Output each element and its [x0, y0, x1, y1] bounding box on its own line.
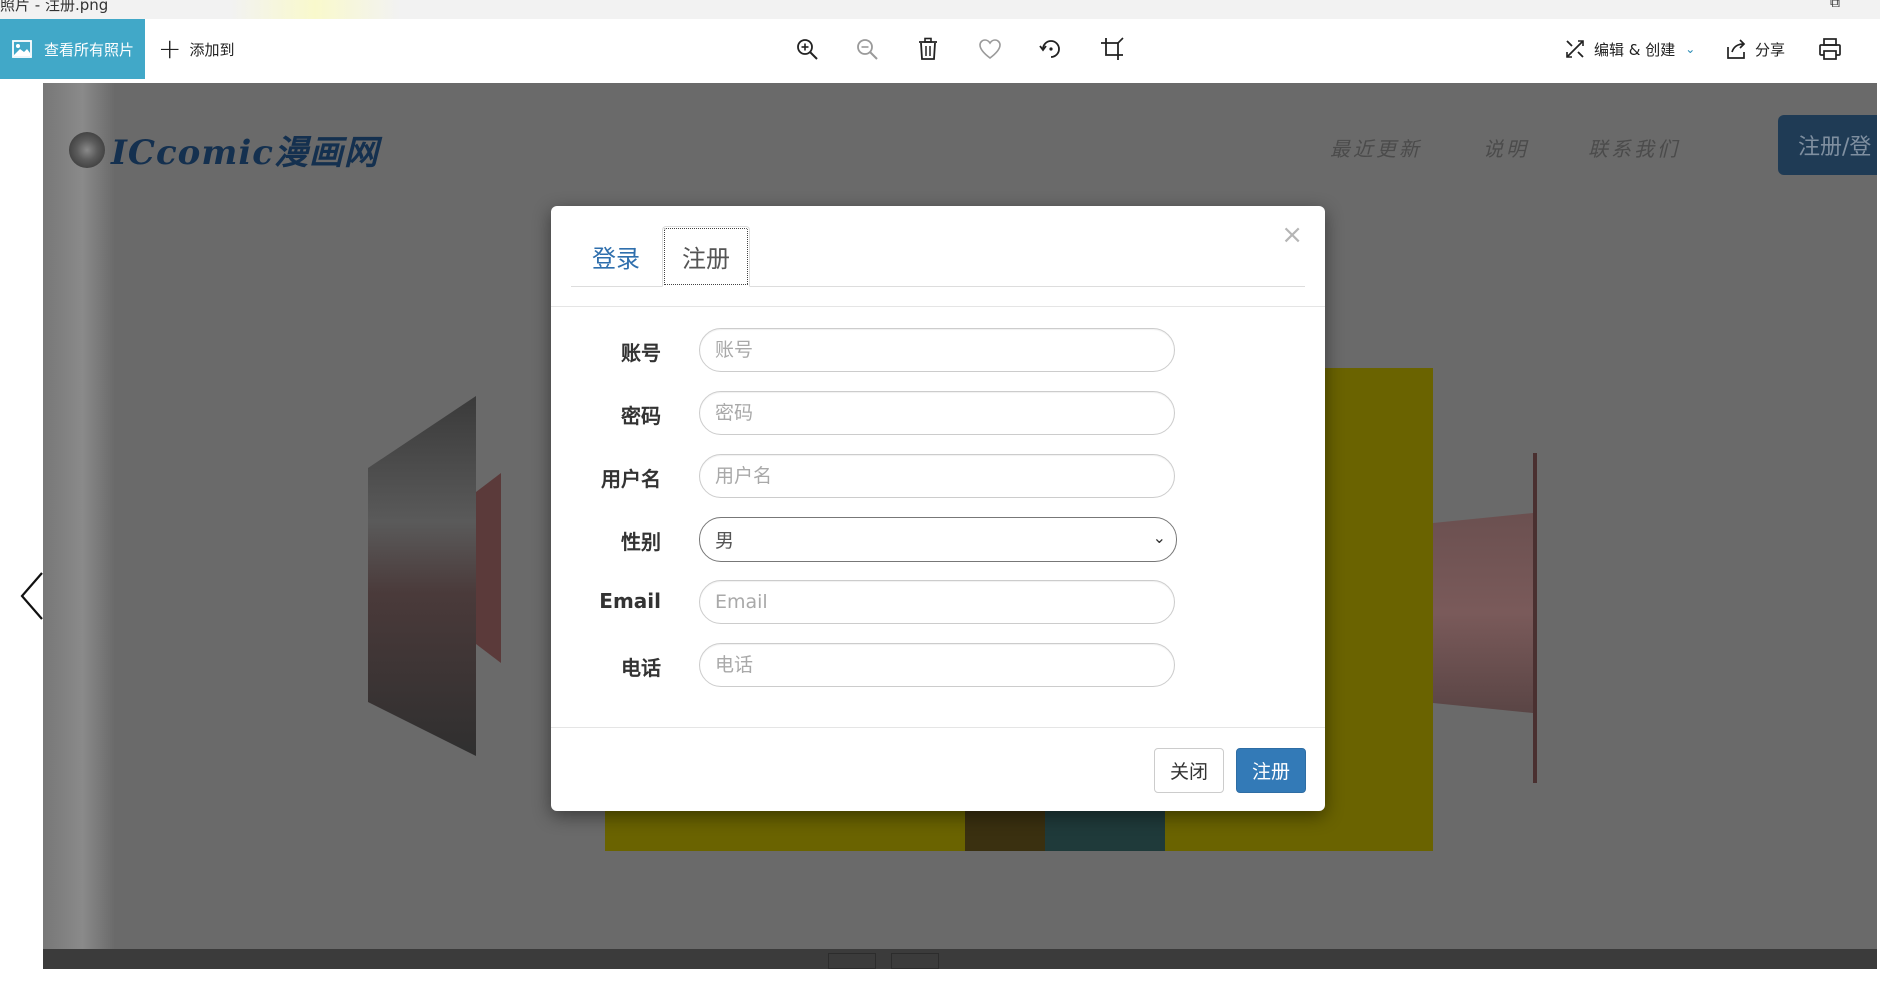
carousel-slide-right-edge	[1533, 453, 1537, 783]
photo-viewer: ICcomic漫画网 最近更新 说明 联系我们 注册/登 × 登录 注册 账号 …	[0, 83, 1880, 1000]
heart-icon[interactable]	[974, 33, 1006, 65]
phone-label: 电话	[621, 656, 661, 680]
modal-footer-divider	[551, 727, 1325, 728]
add-to-button[interactable]: + 添加到	[158, 19, 234, 79]
share-icon	[1727, 39, 1746, 59]
close-button-label: 关闭	[1169, 761, 1208, 783]
password-label: 密码	[621, 404, 661, 428]
zoom-out-icon[interactable]	[851, 33, 883, 65]
previous-photo-button[interactable]	[18, 571, 48, 621]
edit-create-button[interactable]: 编辑 & 创建 ⌄	[1564, 19, 1695, 79]
add-to-label: 添加到	[189, 40, 235, 59]
gender-select-value: 男	[715, 530, 735, 552]
gender-label: 性别	[621, 530, 661, 554]
share-label: 分享	[1755, 40, 1786, 59]
carousel-indicator	[828, 953, 876, 969]
chevron-down-icon: ⌄	[1152, 528, 1166, 547]
site-nav-about: 说明	[1483, 137, 1529, 161]
image-edge-fade	[43, 83, 115, 949]
carousel-slide-left	[368, 396, 476, 756]
edit-create-label: 编辑 & 创建	[1594, 40, 1676, 59]
form-row-username: 用户名	[551, 454, 1325, 500]
account-label: 账号	[621, 341, 661, 365]
image-bottom-band	[43, 949, 1877, 969]
share-button[interactable]: 分享	[1725, 19, 1785, 79]
view-all-photos-label: 查看所有照片	[44, 40, 135, 59]
photos-toolbar: 查看所有照片 + 添加到 编辑 & 创建 ⌄ 分享	[0, 19, 1880, 83]
form-row-email: Email	[551, 580, 1325, 626]
account-input[interactable]	[699, 328, 1175, 372]
username-label: 用户名	[601, 467, 661, 491]
chevron-left-icon	[20, 572, 43, 620]
displayed-image: ICcomic漫画网 最近更新 说明 联系我们 注册/登 × 登录 注册 账号 …	[43, 83, 1877, 969]
form-row-account: 账号	[551, 328, 1325, 374]
crop-icon[interactable]	[1096, 33, 1128, 65]
close-button[interactable]: 关闭	[1154, 748, 1224, 793]
register-submit-label: 注册	[1251, 761, 1290, 783]
gender-select[interactable]: 男 ⌄	[699, 517, 1177, 562]
password-input[interactable]	[699, 391, 1175, 435]
window-title: 照片 - 注册.png	[0, 0, 109, 14]
form-row-phone: 电话	[551, 643, 1325, 689]
tab-login-label: 登录	[592, 244, 640, 273]
plus-icon: +	[158, 32, 182, 65]
title-highlight	[230, 0, 400, 19]
carousel-indicator	[891, 953, 939, 969]
window-title-bar: 照片 - 注册.png ⧉	[0, 0, 1880, 19]
site-nav-recent: 最近更新	[1330, 137, 1422, 161]
restore-icon[interactable]: ⧉	[1830, 0, 1840, 11]
modal-tab-bar: 登录 注册	[571, 226, 1305, 287]
chevron-down-icon: ⌄	[1685, 42, 1696, 56]
register-submit-button[interactable]: 注册	[1236, 748, 1306, 793]
phone-input[interactable]	[699, 643, 1175, 687]
print-icon[interactable]	[1814, 33, 1846, 65]
photo-icon	[12, 40, 32, 58]
email-label: Email	[599, 589, 661, 613]
tab-register[interactable]: 注册	[662, 226, 750, 287]
zoom-in-icon[interactable]	[791, 33, 823, 65]
carousel-slide-left-inner	[476, 473, 501, 663]
email-input[interactable]	[699, 580, 1175, 624]
username-input[interactable]	[699, 454, 1175, 498]
delete-icon[interactable]	[912, 33, 944, 65]
view-all-photos-button[interactable]: 查看所有照片	[0, 19, 145, 79]
site-nav-contact: 联系我们	[1588, 137, 1680, 161]
site-register-button: 注册/登	[1778, 115, 1877, 175]
site-logo: ICcomic漫画网	[69, 125, 379, 174]
form-row-gender: 性别 男 ⌄	[551, 517, 1325, 563]
edit-create-icon	[1566, 40, 1584, 58]
rotate-icon[interactable]	[1035, 33, 1067, 65]
form-row-password: 密码	[551, 391, 1325, 437]
tab-login[interactable]: 登录	[571, 226, 661, 286]
carousel-slide-right	[1433, 513, 1533, 713]
register-modal: × 登录 注册 账号 密码 用户名	[551, 206, 1325, 811]
site-register-label: 注册/登	[1798, 135, 1872, 160]
tab-register-label: 注册	[682, 245, 730, 273]
site-logo-text: ICcomic漫画网	[111, 133, 379, 173]
modal-header-divider	[551, 306, 1325, 307]
logo-emblem-icon	[69, 131, 105, 168]
